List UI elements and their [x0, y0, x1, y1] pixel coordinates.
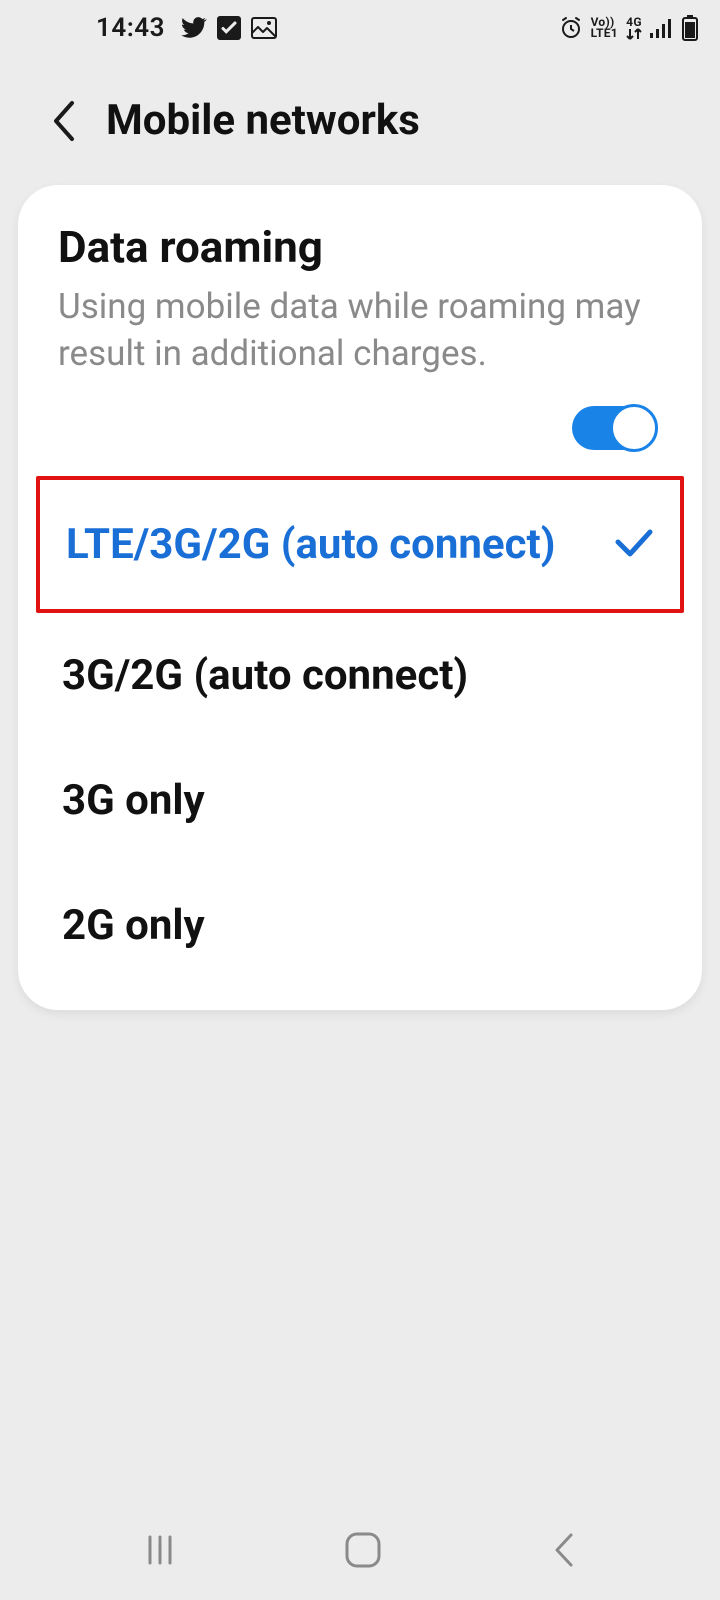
status-time: 14:43	[96, 13, 165, 43]
twitter-icon	[181, 17, 207, 39]
data-arrows-icon	[626, 28, 642, 40]
alarm-icon	[559, 16, 583, 40]
home-button[interactable]	[344, 1531, 382, 1573]
annotation-highlight: LTE/3G/2G (auto connect)	[36, 476, 684, 613]
network-mode-option-0[interactable]: 3G/2G (auto connect)	[58, 613, 662, 738]
check-icon	[614, 520, 654, 569]
mobile-data-indicator: 4G	[626, 17, 642, 40]
volte-bottom: LTE1	[591, 28, 618, 39]
data-roaming-section[interactable]: Data roaming Using mobile data while roa…	[58, 221, 662, 460]
nav-back-button[interactable]	[549, 1531, 577, 1573]
network-mode-option-1[interactable]: 3G only	[58, 738, 662, 863]
recents-button[interactable]	[143, 1533, 177, 1571]
network-mode-selected[interactable]: LTE/3G/2G (auto connect)	[40, 480, 680, 609]
network-mode-option-2-label: 2G only	[62, 901, 205, 950]
network-mode-selected-label: LTE/3G/2G (auto connect)	[66, 520, 555, 569]
page-title: Mobile networks	[106, 96, 420, 145]
status-bar-left: 14:43	[96, 13, 277, 43]
back-icon[interactable]	[50, 99, 78, 143]
status-bar: 14:43 Vo)) LTE1 4G	[0, 0, 720, 56]
data-roaming-toggle[interactable]	[572, 406, 656, 450]
status-bar-right: Vo)) LTE1 4G	[559, 15, 698, 41]
app-header: Mobile networks	[0, 56, 720, 185]
network-mode-option-0-label: 3G/2G (auto connect)	[62, 651, 468, 700]
signal-strength-icon	[650, 18, 674, 38]
network-mode-option-1-label: 3G only	[62, 776, 205, 825]
battery-icon	[682, 15, 698, 41]
checkbox-notification-icon	[217, 16, 241, 40]
settings-card: Data roaming Using mobile data while roa…	[18, 185, 702, 1010]
network-mode-option-2[interactable]: 2G only	[58, 863, 662, 988]
image-notification-icon	[251, 17, 277, 39]
data-roaming-description: Using mobile data while roaming may resu…	[58, 283, 662, 378]
system-nav-bar	[0, 1504, 720, 1600]
toggle-knob	[610, 404, 658, 452]
mobile-data-gen: 4G	[626, 17, 642, 28]
volte-indicator: Vo)) LTE1	[591, 17, 618, 39]
data-roaming-title: Data roaming	[58, 221, 662, 273]
